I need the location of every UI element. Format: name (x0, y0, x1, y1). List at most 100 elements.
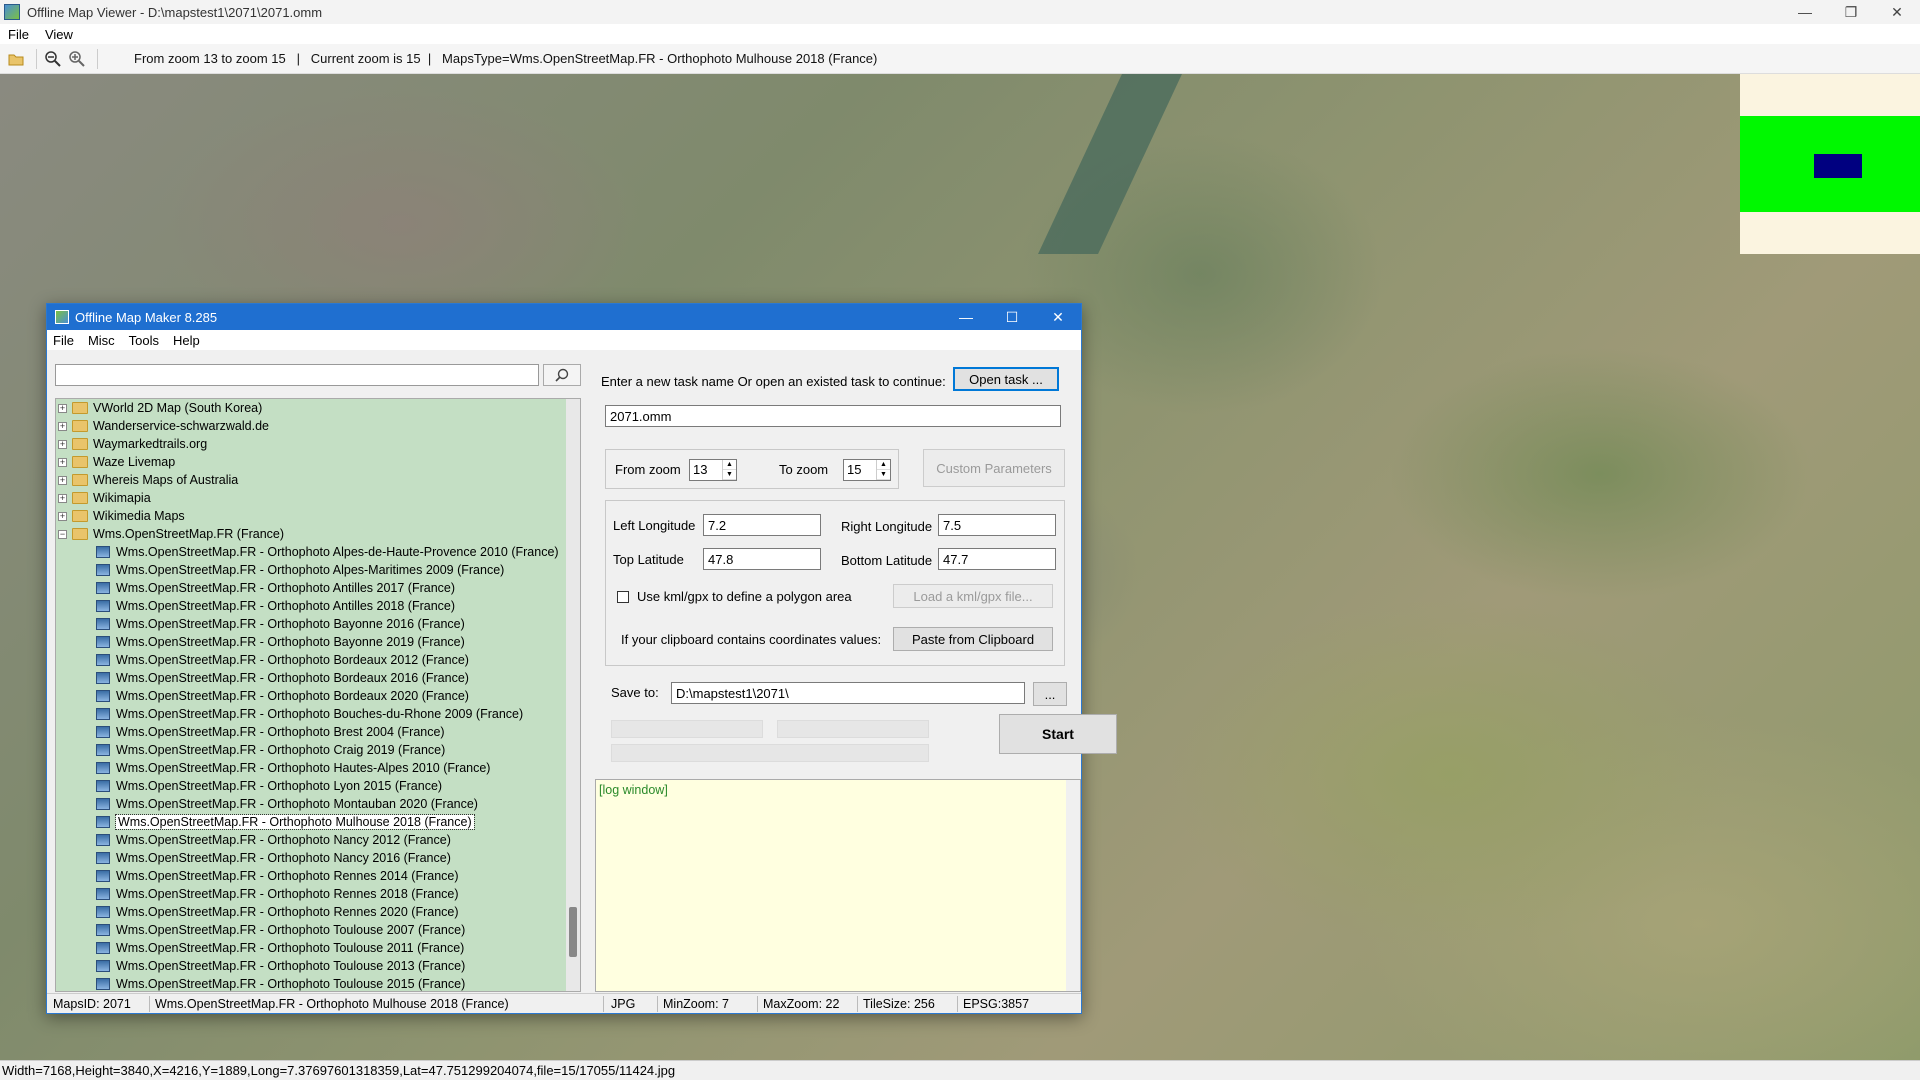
tree-map-item[interactable]: Wms.OpenStreetMap.FR - Orthophoto Lyon 2… (56, 777, 580, 795)
log-scrollbar[interactable] (1066, 780, 1080, 991)
tree-map-item[interactable]: Wms.OpenStreetMap.FR - Orthophoto Bordea… (56, 687, 580, 705)
tree-map-item[interactable]: Wms.OpenStreetMap.FR - Orthophoto Bayonn… (56, 615, 580, 633)
dialog-close-icon[interactable]: ✕ (1035, 304, 1081, 330)
map-layer-icon (96, 690, 110, 702)
top-latitude-input[interactable]: 47.8 (703, 548, 821, 570)
map-source-tree[interactable]: + VWorld 2D Map (South Korea) + Wanderservi… (55, 398, 581, 992)
tree-map-item[interactable]: Wms.OpenStreetMap.FR - Orthophoto Rennes… (56, 903, 580, 921)
dialog-app-icon (55, 310, 69, 324)
spin-up-icon[interactable]: ▲ (877, 460, 890, 470)
minimap[interactable] (1740, 74, 1920, 254)
tree-map-item[interactable]: Wms.OpenStreetMap.FR - Orthophoto Bayonn… (56, 633, 580, 651)
save-to-label: Save to: (611, 685, 659, 700)
tree-map-item-label: Wms.OpenStreetMap.FR - Orthophoto Antill… (116, 581, 456, 595)
folder-icon (72, 492, 88, 504)
tree-folder[interactable]: + Wikimedia Maps (56, 507, 580, 525)
open-folder-icon[interactable] (6, 49, 26, 69)
dialog-menu-help[interactable]: Help (173, 333, 200, 348)
tree-map-item[interactable]: Wms.OpenStreetMap.FR - Orthophoto Bordea… (56, 651, 580, 669)
tree-folder-label: Wikimapia (93, 491, 151, 505)
tree-folder[interactable]: + Whereis Maps of Australia (56, 471, 580, 489)
dialog-title: Offline Map Maker 8.285 (75, 309, 218, 325)
dialog-minimize-icon[interactable]: — (943, 304, 989, 330)
tree-map-item[interactable]: Wms.OpenStreetMap.FR - Orthophoto Toulou… (56, 939, 580, 957)
to-zoom-spinner[interactable]: 15 ▲ ▼ (843, 459, 891, 481)
tree-map-item[interactable]: Wms.OpenStreetMap.FR - Orthophoto Alpes-… (56, 561, 580, 579)
tree-scroll-thumb[interactable] (569, 907, 577, 957)
dialog-menu-misc[interactable]: Misc (88, 333, 115, 348)
dialog-menu-tools[interactable]: Tools (129, 333, 159, 348)
browse-button[interactable]: ... (1033, 682, 1067, 706)
dialog-menu-file[interactable]: File (53, 333, 74, 348)
tree-map-item[interactable]: Wms.OpenStreetMap.FR - Orthophoto Hautes… (56, 759, 580, 777)
tree-folder[interactable]: − Wms.OpenStreetMap.FR (France) (56, 525, 580, 543)
tree-map-item-label: Wms.OpenStreetMap.FR - Orthophoto Toulou… (116, 923, 466, 937)
log-window[interactable]: [log window] (595, 779, 1081, 992)
right-longitude-input[interactable]: 7.5 (938, 514, 1056, 536)
spin-down-icon[interactable]: ▼ (723, 470, 736, 480)
tree-scrollbar[interactable] (566, 399, 580, 991)
from-zoom-spinner[interactable]: 13 ▲ ▼ (689, 459, 737, 481)
expand-icon[interactable]: + (58, 511, 67, 521)
kml-checkbox[interactable] (617, 591, 629, 603)
tree-map-item[interactable]: Wms.OpenStreetMap.FR - Orthophoto Rennes… (56, 885, 580, 903)
tree-folder[interactable]: + Waymarkedtrails.org (56, 435, 580, 453)
close-icon[interactable]: ✕ (1874, 0, 1920, 24)
tree-map-item[interactable]: Wms.OpenStreetMap.FR - Orthophoto Bouche… (56, 705, 580, 723)
tree-folder[interactable]: + Wanderservice-schwarzwald.de (56, 417, 580, 435)
tree-folder[interactable]: + Waze Livemap (56, 453, 580, 471)
zoom-out-icon[interactable] (43, 49, 63, 69)
save-to-input[interactable]: D:\mapstest1\2071\ (671, 682, 1025, 704)
tree-map-item[interactable]: Wms.OpenStreetMap.FR - Orthophoto Craig … (56, 741, 580, 759)
tree-map-item[interactable]: Wms.OpenStreetMap.FR - Orthophoto Bordea… (56, 669, 580, 687)
tree-map-item[interactable]: Wms.OpenStreetMap.FR - Orthophoto Rennes… (56, 867, 580, 885)
from-zoom-label: From zoom (615, 462, 681, 477)
left-longitude-input[interactable]: 7.2 (703, 514, 821, 536)
paste-from-clipboard-button[interactable]: Paste from Clipboard (893, 627, 1053, 651)
tree-folder[interactable]: + Wikimapia (56, 489, 580, 507)
tree-map-item[interactable]: Wms.OpenStreetMap.FR - Orthophoto Toulou… (56, 975, 580, 991)
custom-parameters-button[interactable]: Custom Parameters (923, 449, 1065, 487)
map-search-input[interactable] (55, 364, 539, 386)
tree-map-item[interactable]: Wms.OpenStreetMap.FR - Orthophoto Toulou… (56, 957, 580, 975)
tree-map-item[interactable]: Wms.OpenStreetMap.FR - Orthophoto Montau… (56, 795, 580, 813)
minimize-icon[interactable]: — (1782, 0, 1828, 24)
expand-icon[interactable]: + (58, 439, 67, 449)
tree-map-item[interactable]: Wms.OpenStreetMap.FR - Orthophoto Antill… (56, 597, 580, 615)
expand-icon[interactable]: + (58, 493, 67, 503)
expand-icon[interactable]: + (58, 475, 67, 485)
from-zoom-value: 13 (693, 462, 708, 477)
viewer-toolbar: From zoom 13 to zoom 15 | Current zoom i… (0, 44, 1920, 74)
expand-icon[interactable]: + (58, 403, 67, 413)
menu-file[interactable]: File (8, 27, 29, 42)
clipboard-label: If your clipboard contains coordinates v… (621, 632, 882, 647)
tree-map-item[interactable]: Wms.OpenStreetMap.FR - Orthophoto Brest … (56, 723, 580, 741)
tree-map-item[interactable]: Wms.OpenStreetMap.FR - Orthophoto Toulou… (56, 921, 580, 939)
zoom-in-icon[interactable] (67, 49, 87, 69)
minimap-viewport[interactable] (1814, 154, 1862, 178)
expand-icon[interactable]: + (58, 421, 67, 431)
spin-up-icon[interactable]: ▲ (723, 460, 736, 470)
dialog-maximize-icon[interactable]: ☐ (989, 304, 1035, 330)
bottom-latitude-input[interactable]: 47.7 (938, 548, 1056, 570)
search-button[interactable] (543, 364, 581, 386)
tree-map-item[interactable]: Wms.OpenStreetMap.FR - Orthophoto Nancy … (56, 849, 580, 867)
tree-map-item[interactable]: Wms.OpenStreetMap.FR - Orthophoto Antill… (56, 579, 580, 597)
expand-icon[interactable]: + (58, 457, 67, 467)
tree-folder-label: Wanderservice-schwarzwald.de (93, 419, 269, 433)
tree-map-item[interactable]: Wms.OpenStreetMap.FR - Orthophoto Mulhou… (56, 813, 580, 831)
spin-down-icon[interactable]: ▼ (877, 470, 890, 480)
menu-view[interactable]: View (45, 27, 73, 42)
collapse-icon[interactable]: − (58, 529, 67, 539)
start-button[interactable]: Start (999, 714, 1117, 754)
restore-icon[interactable]: ❐ (1828, 0, 1874, 24)
viewer-menubar: File View (0, 24, 1920, 44)
task-name-input[interactable]: 2071.omm (605, 405, 1061, 427)
tree-map-item-label: Wms.OpenStreetMap.FR - Orthophoto Antill… (116, 599, 456, 613)
tree-map-item[interactable]: Wms.OpenStreetMap.FR - Orthophoto Nancy … (56, 831, 580, 849)
map-source-panel: + VWorld 2D Map (South Korea) + Wanderservi… (49, 352, 591, 992)
tree-folder[interactable]: + VWorld 2D Map (South Korea) (56, 399, 580, 417)
tree-map-item[interactable]: Wms.OpenStreetMap.FR - Orthophoto Alpes-… (56, 543, 580, 561)
load-kml-button[interactable]: Load a kml/gpx file... (893, 584, 1053, 608)
open-task-button[interactable]: Open task ... (953, 367, 1059, 391)
